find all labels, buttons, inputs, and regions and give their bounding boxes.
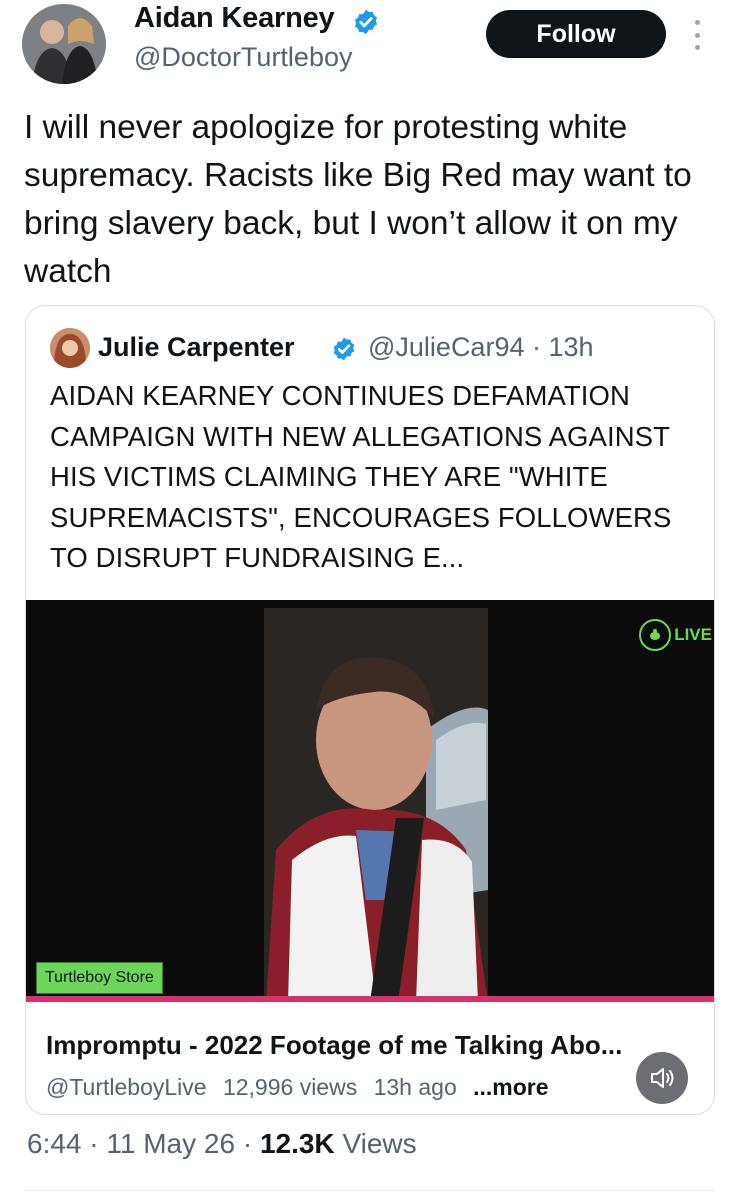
video-age: 13h ago xyxy=(373,1074,457,1100)
divider xyxy=(25,1190,715,1191)
views-count: 12.3K xyxy=(259,1128,335,1159)
video-channel[interactable]: @TurtleboyLive xyxy=(46,1074,207,1100)
video-player[interactable]: LIVE Turtleboy Store xyxy=(26,600,714,1002)
tweet-timestamp: 6:44 · 11 May 26 · 12.3K Views xyxy=(27,1128,417,1160)
video-meta: @TurtleboyLive 12,996 views 13h ago ...m… xyxy=(46,1074,549,1101)
verified-badge-icon xyxy=(354,9,378,35)
author-handle[interactable]: @DoctorTurtleboy xyxy=(134,42,352,73)
quoted-tweet-card[interactable]: Julie Carpenter @JulieCar94 · 13h AIDAN … xyxy=(25,305,715,1115)
quoted-author-avatar[interactable] xyxy=(50,328,90,368)
video-frame-image xyxy=(26,600,714,1002)
more-options-icon[interactable] xyxy=(690,20,704,50)
video-title[interactable]: Impromptu - 2022 Footage of me Talking A… xyxy=(46,1030,622,1061)
quoted-author-name[interactable]: Julie Carpenter xyxy=(98,332,295,363)
video-progress-bar[interactable] xyxy=(26,996,714,1002)
video-more-link[interactable]: ...more xyxy=(473,1074,548,1100)
quoted-author-handle[interactable]: @JulieCar94 · 13h xyxy=(368,332,594,363)
tweet-time[interactable]: 6:44 xyxy=(27,1128,82,1159)
quoted-handle-text: @JulieCar94 xyxy=(368,332,525,362)
follow-button[interactable]: Follow xyxy=(486,10,666,58)
video-views: 12,996 views xyxy=(222,1074,358,1100)
quoted-tweet-text: AIDAN KEARNEY CONTINUES DEFAMATION CAMPA… xyxy=(50,380,672,573)
live-badge: LIVE xyxy=(639,619,712,651)
author-name[interactable]: Aidan Kearney xyxy=(134,2,335,35)
mute-button[interactable] xyxy=(636,1052,688,1104)
views-label: Views xyxy=(342,1128,417,1159)
quoted-tweet-age: · 13h xyxy=(532,332,594,362)
store-badge[interactable]: Turtleboy Store xyxy=(36,962,163,994)
turtle-logo-icon xyxy=(639,619,672,651)
quoted-verified-badge-icon xyxy=(333,337,355,361)
live-label: LIVE xyxy=(674,625,712,644)
author-avatar[interactable] xyxy=(22,4,106,84)
tweet-date[interactable]: · 11 May 26 · xyxy=(89,1128,252,1159)
tweet-text: I will never apologize for protesting wh… xyxy=(24,109,692,290)
speaker-muted-icon xyxy=(651,1068,674,1088)
